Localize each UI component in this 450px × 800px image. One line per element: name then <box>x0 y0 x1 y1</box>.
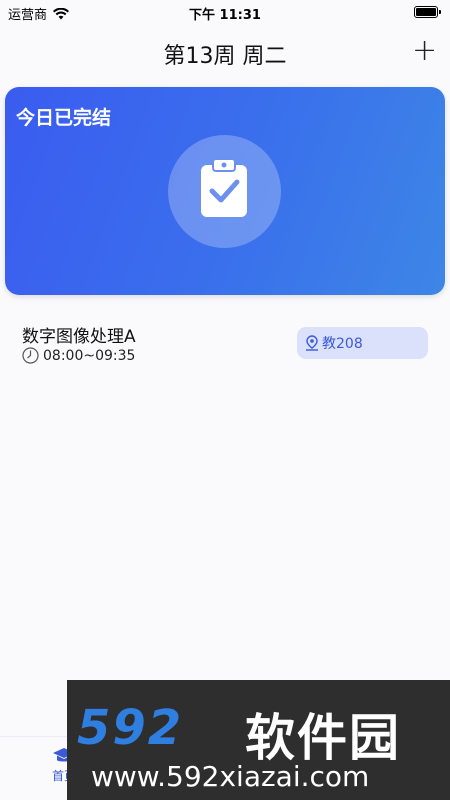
today-status-title: 今日已完结 <box>16 107 112 129</box>
watermark-logo: 592 <box>77 700 184 756</box>
status-time: 下午 11:31 <box>189 8 261 23</box>
location-badge: 教208 <box>297 327 428 359</box>
page-title: 第13周 周二 <box>163 44 287 69</box>
course-time: 08:00~09:35 <box>43 347 136 364</box>
location-label: 教208 <box>322 336 363 352</box>
course-time-row: 08:00~09:35 <box>22 347 135 364</box>
battery-icon <box>414 6 441 18</box>
today-status-card: 今日已完结 <box>5 87 445 295</box>
location-pin-icon <box>306 335 318 351</box>
clipboard-check-icon <box>201 158 247 217</box>
course-name: 数字图像处理A <box>22 327 136 347</box>
watermark-url: www.592xiazai.com <box>91 760 370 793</box>
add-button[interactable]: + <box>412 36 437 66</box>
battery-fill <box>416 8 436 16</box>
clock-icon <box>22 347 39 364</box>
hero-icon-circle <box>168 135 281 248</box>
status-bar: 运营商 下午 11:31 <box>0 0 450 24</box>
watermark-banner: 592 软件园 www.592xiazai.com <box>67 680 450 800</box>
